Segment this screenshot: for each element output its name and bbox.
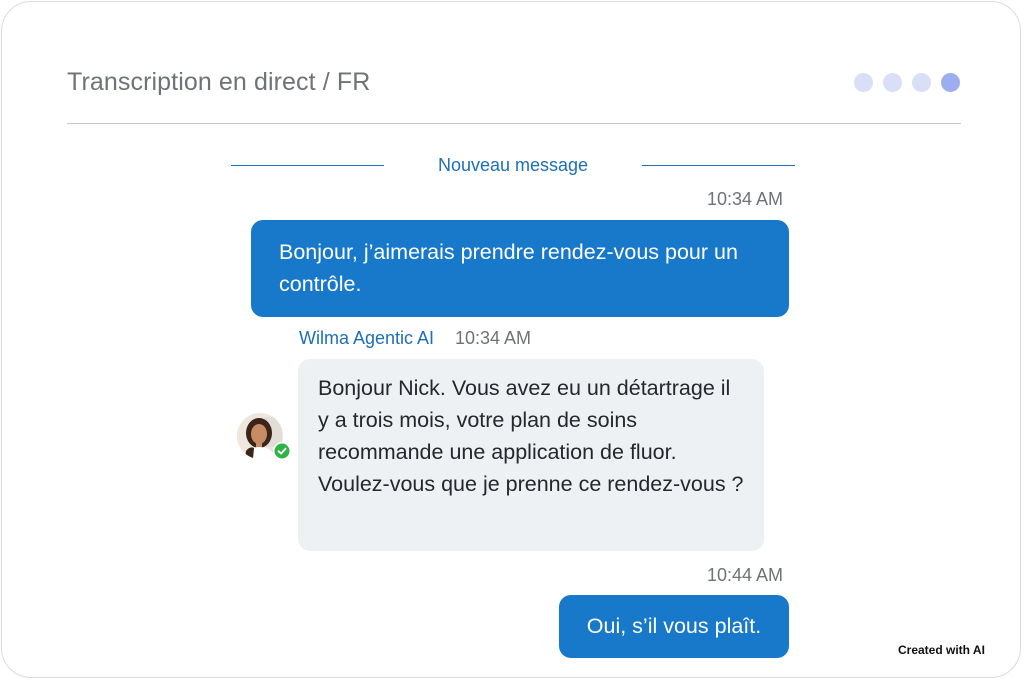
outgoing-message-bubble: Oui, s’il vous plaît. <box>559 595 789 658</box>
dot-icon <box>854 73 873 92</box>
dot-icon <box>912 73 931 92</box>
message-text: Oui, s’il vous plaît. <box>586 614 762 638</box>
dot-icon <box>883 73 902 92</box>
agent-avatar-icon <box>237 413 291 460</box>
message-timestamp: 10:44 AM <box>707 565 784 585</box>
page-title: Transcription en direct / FR <box>67 68 371 96</box>
message-text: Bonjour, j’aimerais prendre rendez-vous … <box>279 240 738 296</box>
message-text: Bonjour Nick. Vous avez eu un détartrage… <box>318 376 744 496</box>
chat-window: Transcription en direct / FR Nouveau mes… <box>1 1 1021 678</box>
header-divider <box>67 123 961 124</box>
separator-line-left <box>231 165 384 166</box>
sender-name: Wilma Agentic AI <box>299 328 435 348</box>
message-timestamp: 10:34 AM <box>707 189 784 209</box>
agent-avatar <box>236 411 292 467</box>
outgoing-message-bubble: Bonjour, j’aimerais prendre rendez-vous … <box>251 220 789 317</box>
new-message-separator: Nouveau message <box>437 155 589 175</box>
created-with-ai-label: Created with AI <box>898 643 985 657</box>
separator-line-right <box>642 165 795 166</box>
dot-active-icon <box>941 73 960 92</box>
message-timestamp: 10:34 AM <box>455 328 532 348</box>
incoming-message-bubble: Bonjour Nick. Vous avez eu un détartrage… <box>298 359 764 551</box>
